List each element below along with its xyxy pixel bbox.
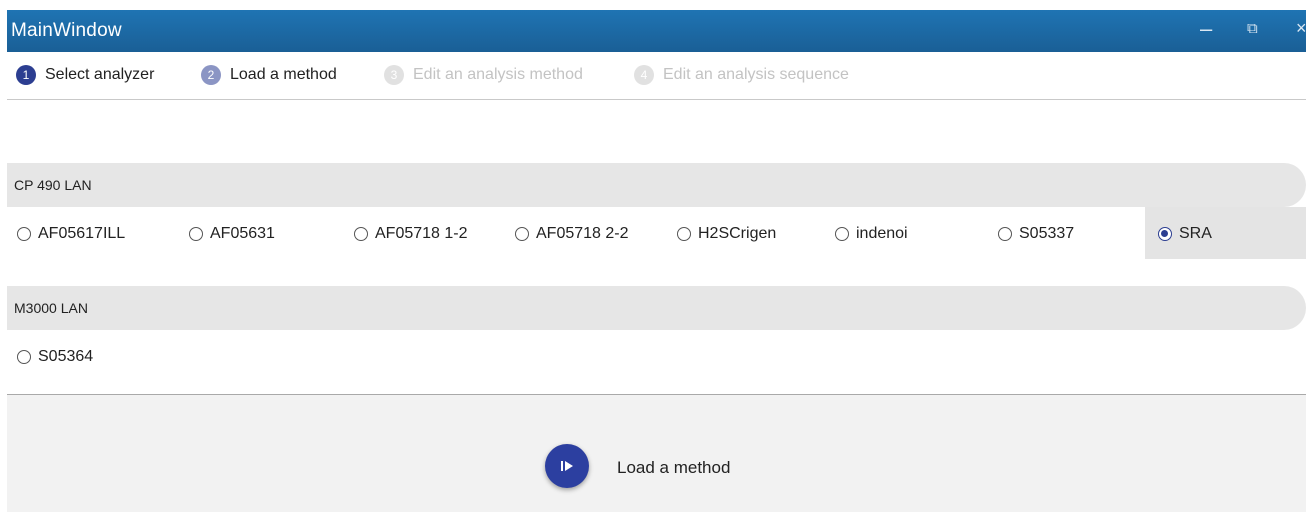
top-strip	[0, 0, 1306, 10]
radio-label: S05364	[38, 348, 94, 365]
radio-icon	[189, 227, 203, 241]
radio-selected-icon	[1158, 227, 1172, 241]
radio-option-af05718-2-2[interactable]: AF05718 2-2	[515, 225, 629, 243]
analyzer-list-area	[7, 100, 1306, 397]
wizard-stepper: 1 Select analyzer 2 Load a method 3 Edit…	[7, 52, 1306, 100]
step-number-badge: 4	[634, 65, 654, 85]
radio-option-h2scrigen[interactable]: H2SCrigen	[677, 225, 776, 243]
step-number-badge: 1	[16, 65, 36, 85]
radio-label: AF05718 1-2	[375, 225, 468, 242]
step-label: Load a method	[230, 66, 337, 83]
group-name: CP 490 LAN	[14, 177, 92, 193]
step-label: Edit an analysis method	[413, 66, 583, 83]
step-select-analyzer[interactable]: 1 Select analyzer	[16, 65, 154, 85]
radio-icon	[677, 227, 691, 241]
radio-option-s05337[interactable]: S05337	[998, 225, 1074, 243]
radio-label: SRA	[1179, 225, 1212, 242]
step-edit-analysis-method: 3 Edit an analysis method	[384, 65, 583, 85]
minimize-icon[interactable]: –	[1200, 16, 1212, 42]
radio-option-s05364[interactable]: S05364	[17, 348, 93, 366]
radio-option-af05631[interactable]: AF05631	[189, 225, 275, 243]
step-number-badge: 3	[384, 65, 404, 85]
radio-icon	[17, 227, 31, 241]
step-number-badge: 2	[201, 65, 221, 85]
load-method-label[interactable]: Load a method	[617, 458, 730, 478]
restore-icon[interactable]: ⧉	[1247, 20, 1258, 37]
radio-label: H2SCrigen	[698, 225, 777, 242]
radio-icon	[835, 227, 849, 241]
radio-label: AF05617ILL	[38, 225, 126, 242]
radio-label: AF05631	[210, 225, 275, 242]
radio-option-af05718-1-2[interactable]: AF05718 1-2	[354, 225, 468, 243]
radio-label: indenoi	[856, 225, 908, 242]
radio-option-af05617ill[interactable]: AF05617ILL	[17, 225, 125, 243]
radio-icon	[17, 350, 31, 364]
load-method-button[interactable]	[545, 444, 589, 488]
radio-icon	[998, 227, 1012, 241]
step-edit-analysis-sequence: 4 Edit an analysis sequence	[634, 65, 849, 85]
radio-icon	[515, 227, 529, 241]
footer-area	[7, 395, 1306, 512]
radio-label: AF05718 2-2	[536, 225, 629, 242]
group-name: M3000 LAN	[14, 300, 88, 316]
radio-option-indenoi[interactable]: indenoi	[835, 225, 908, 243]
radio-icon	[354, 227, 368, 241]
main-window: MainWindow – ⧉ × 1 Select analyzer 2 Loa…	[7, 10, 1306, 512]
step-label: Select analyzer	[45, 66, 155, 83]
radio-option-sra[interactable]: SRA	[1158, 225, 1212, 243]
window-title: MainWindow	[11, 20, 122, 41]
radio-label: S05337	[1019, 225, 1075, 242]
step-load-method[interactable]: 2 Load a method	[201, 65, 337, 85]
group-header-cp490: CP 490 LAN	[7, 163, 1306, 207]
group-header-m3000: M3000 LAN	[7, 286, 1306, 330]
title-bar: MainWindow – ⧉ ×	[7, 10, 1306, 52]
close-icon[interactable]: ×	[1296, 18, 1306, 39]
play-step-icon	[561, 461, 573, 471]
step-label: Edit an analysis sequence	[663, 66, 849, 83]
